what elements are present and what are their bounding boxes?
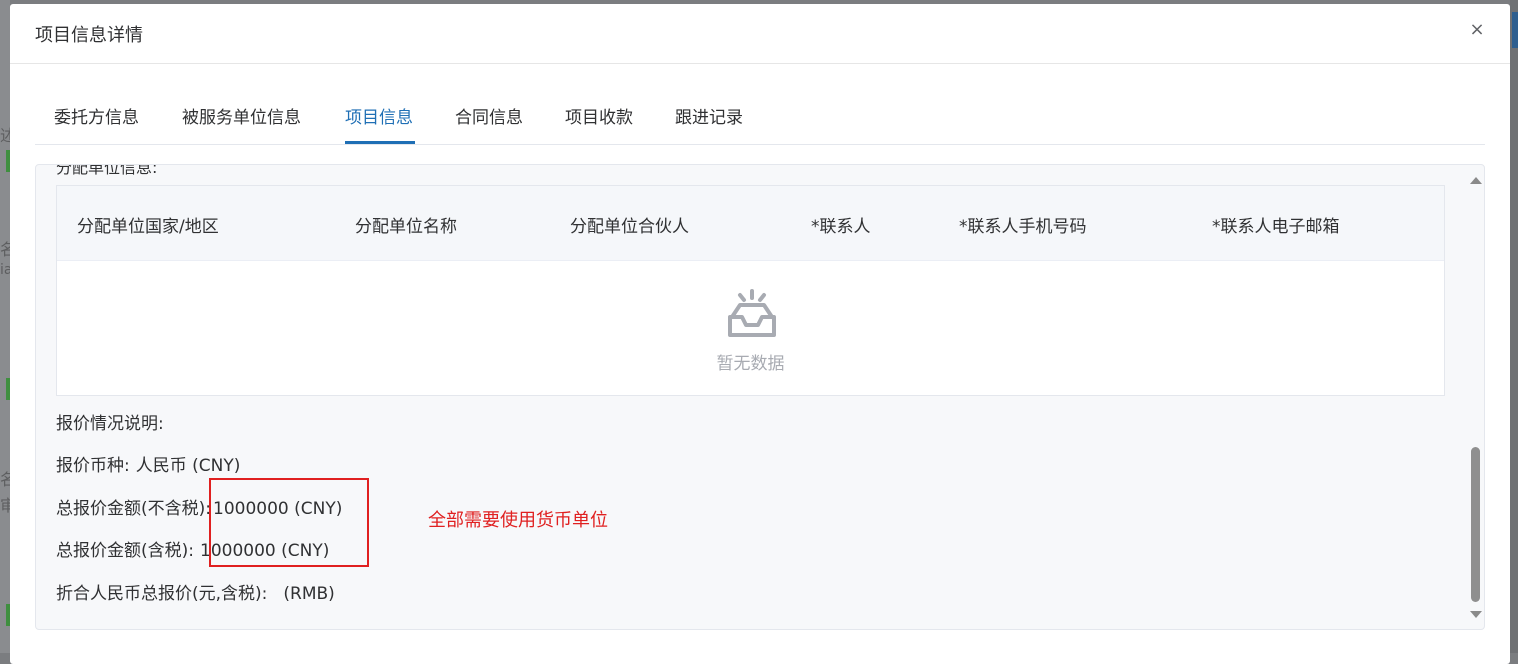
background-right-strip bbox=[1510, 0, 1518, 653]
quote-currency-value: 人民币 (CNY) bbox=[135, 456, 241, 476]
quote-description-label: 报价情况说明: bbox=[56, 414, 164, 434]
table-header: 分配单位国家/地区 分配单位名称 分配单位合伙人 *联系人 *联系人手机号码 *… bbox=[57, 186, 1444, 261]
empty-state: 暂无数据 bbox=[57, 261, 1444, 395]
tab-served-unit-info[interactable]: 被服务单位信息 bbox=[182, 100, 301, 142]
empty-inbox-icon bbox=[728, 289, 776, 337]
total-excl-tax-label: 总报价金额(不含税): bbox=[56, 499, 211, 519]
project-detail-dialog: 项目信息详情 × 委托方信息 被服务单位信息 项目信息 合同信息 项目收款 跟进… bbox=[10, 4, 1510, 664]
allocation-unit-table: 分配单位国家/地区 分配单位名称 分配单位合伙人 *联系人 *联系人手机号码 *… bbox=[56, 185, 1445, 396]
rmb-total-value: (RMB) bbox=[283, 584, 335, 604]
annotation-note: 全部需要使用货币单位 bbox=[428, 510, 608, 531]
quote-description-row: 报价情况说明: bbox=[56, 409, 164, 434]
tab-contract-info[interactable]: 合同信息 bbox=[455, 100, 523, 142]
background-button-edge bbox=[1512, 12, 1518, 48]
tab-project-payments[interactable]: 项目收款 bbox=[565, 100, 633, 142]
tab-client-info[interactable]: 委托方信息 bbox=[54, 100, 139, 142]
vertical-scrollbar[interactable] bbox=[1466, 165, 1484, 629]
empty-text: 暂无数据 bbox=[716, 354, 785, 374]
project-info-panel: 分配单位信息: 分配单位国家/地区 分配单位名称 分配单位合伙人 *联系人 *联… bbox=[35, 164, 1485, 630]
annotation-highlight-box bbox=[209, 478, 369, 567]
scroll-up-arrow-icon[interactable] bbox=[1470, 177, 1482, 184]
tab-project-info[interactable]: 项目信息 bbox=[345, 100, 413, 142]
close-icon[interactable]: × bbox=[1465, 18, 1489, 42]
quote-currency-row: 报价币种: 人民币 (CNY) bbox=[56, 451, 240, 476]
active-tab-indicator bbox=[345, 141, 415, 144]
quote-currency-label: 报价币种: bbox=[56, 456, 130, 476]
column-header-partner: 分配单位合伙人 bbox=[570, 217, 689, 237]
background-left-strip: 述 名 ia 名 审 bbox=[0, 0, 16, 653]
column-header-contact-phone: *联系人手机号码 bbox=[959, 217, 1087, 237]
column-header-country: 分配单位国家/地区 bbox=[77, 217, 219, 237]
scroll-down-arrow-icon[interactable] bbox=[1470, 611, 1482, 618]
dialog-title: 项目信息详情 bbox=[35, 25, 143, 46]
column-header-contact: *联系人 bbox=[811, 217, 871, 237]
total-incl-tax-label: 总报价金额(含税): bbox=[56, 541, 194, 561]
rmb-total-label: 折合人民币总报价(元,含税): bbox=[56, 584, 268, 604]
allocation-section-label: 分配单位信息: bbox=[56, 164, 158, 177]
tab-bar: 委托方信息 被服务单位信息 项目信息 合同信息 项目收款 跟进记录 bbox=[35, 100, 1485, 145]
tab-follow-up-records[interactable]: 跟进记录 bbox=[675, 100, 743, 142]
column-header-contact-email: *联系人电子邮箱 bbox=[1212, 217, 1340, 237]
scrollbar-thumb[interactable] bbox=[1471, 447, 1480, 602]
dialog-header: 项目信息详情 × bbox=[10, 4, 1510, 64]
rmb-total-row: 折合人民币总报价(元,含税): (RMB) bbox=[56, 579, 335, 604]
column-header-unit-name: 分配单位名称 bbox=[355, 217, 457, 237]
